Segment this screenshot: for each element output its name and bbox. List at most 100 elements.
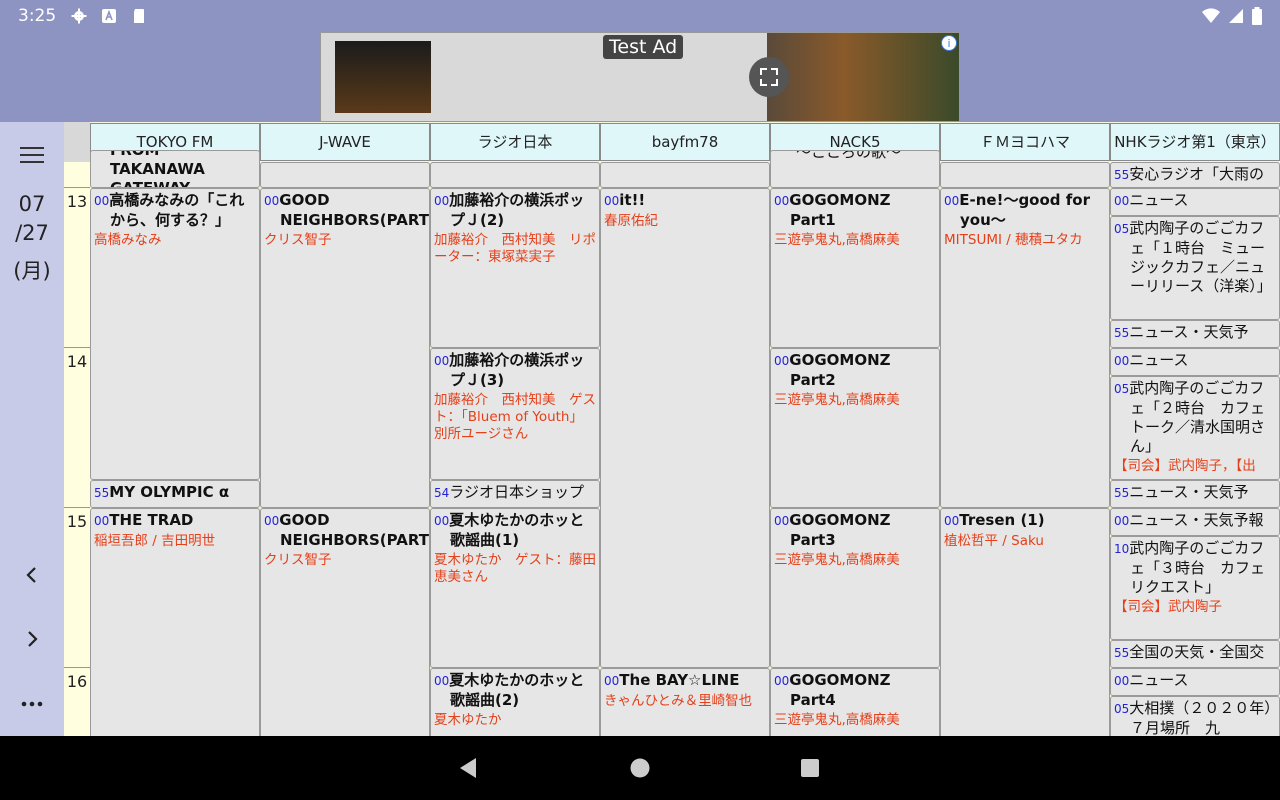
program-cell[interactable]: 00GOOD NEIGHBORS(PART1) クリス智子 [260, 188, 430, 508]
program-cell[interactable]: 00THE TRAD 稲垣吾郎 / 吉田明世 [90, 508, 260, 736]
program-minute: 55 [1114, 486, 1130, 500]
program-title: 00E-ne!〜good for you〜 [944, 191, 1090, 229]
program-personality: 三遊亭鬼丸,高橋麻美 [774, 392, 900, 408]
more-icon[interactable] [20, 692, 44, 716]
program-personality: きゃんひとみ＆里崎智也 [604, 693, 753, 709]
program-minute: 00 [774, 514, 790, 528]
program-cell[interactable]: 00it!! 春原佑紀 [600, 188, 770, 668]
channel-header-bayfm[interactable]: bayfm78 [600, 123, 770, 161]
channel-header-nhk-radio1[interactable]: NHKラジオ第1（東京） [1110, 123, 1280, 161]
program-title: 55MY OLYMPIC α [94, 483, 230, 501]
program-title: 05大相撲（２０２０年） ７月場所 九 [1114, 699, 1279, 736]
program-minute: 00 [774, 354, 790, 368]
ad-info-icon[interactable]: i [941, 35, 957, 51]
program-personality: 植松哲平 / Saku [944, 533, 1044, 549]
program-title: 00Tresen (1) [944, 511, 1045, 529]
program-minute: 00 [774, 194, 790, 208]
program-cell[interactable] [940, 162, 1110, 188]
hour-divider [64, 667, 90, 668]
program-cell[interactable]: 00ニュース・天気予報 [1110, 508, 1280, 536]
program-minute: 54 [434, 486, 450, 500]
ad-artwork[interactable] [767, 33, 959, 121]
program-minute: 00 [1114, 194, 1130, 208]
back-icon[interactable] [456, 756, 480, 780]
program-cell[interactable] [430, 162, 600, 188]
ad-expand-button[interactable] [749, 57, 789, 97]
program-minute: 55 [94, 486, 110, 500]
program-cell[interactable]: 10武内陶子のごごカフェ「３時台 カフェリクエスト」 【司会】武内陶子 [1110, 536, 1280, 640]
program-personality: 高橋みなみ [94, 232, 162, 248]
grid-corner [64, 122, 90, 162]
program-minute: 00 [944, 514, 960, 528]
program-cell[interactable]: 05武内陶子のごごカフェ「２時台 カフェトーク／清水国明さん」 【司会】武内陶子… [1110, 376, 1280, 480]
program-cell[interactable]: 00加藤裕介の横浜ポップＪ(3) 加藤裕介 西村知美 ゲスト：「Bluem of… [430, 348, 600, 480]
program-grid: 13 14 15 16 TOKYO FM J-WAVE ラジオ日本 bayfm7… [64, 122, 1280, 736]
program-cell[interactable]: 55安心ラジオ「大雨の [1110, 162, 1280, 188]
program-title: 55ニュース・天気予 [1114, 323, 1249, 341]
program-minute: 00 [1114, 514, 1130, 528]
program-cell[interactable]: 00The BAY☆LINE きゃんひとみ＆里崎智也 [600, 668, 770, 736]
program-cell[interactable]: 55MY OLYMPIC α [90, 480, 260, 508]
program-minute: 10 [1114, 542, 1130, 556]
program-title: 55全国の天気・全国交 [1114, 643, 1265, 661]
recents-icon[interactable] [800, 758, 820, 778]
program-cell[interactable]: 00Tresen (1) 植松哲平 / Saku [940, 508, 1110, 736]
program-cell[interactable]: 00ニュース [1110, 668, 1280, 696]
program-title: 00GOOD NEIGHBORS(PART2) [264, 511, 430, 549]
status-bar: 3:25 [0, 0, 1280, 32]
channel-header-j-wave[interactable]: J-WAVE [260, 123, 430, 161]
program-minute: 00 [434, 194, 450, 208]
program-cell[interactable]: 55ニュース・天気予 [1110, 320, 1280, 348]
date-day: /27 [15, 221, 49, 245]
program-cell[interactable]: 00GOGOMONZ Part1 三遊亭鬼丸,高橋麻美 [770, 188, 940, 348]
channel-header-fm-yokohama[interactable]: ＦＭヨコハマ [940, 123, 1110, 161]
status-time: 3:25 [18, 6, 57, 26]
home-icon[interactable] [629, 757, 651, 779]
program-cell[interactable]: 00夏木ゆたかのホッと歌謡曲(1) 夏木ゆたか ゲスト：藤田恵美さん [430, 508, 600, 668]
ad-thumbnail[interactable] [335, 41, 431, 113]
program-title: 55安心ラジオ「大雨の [1114, 165, 1264, 183]
program-cell[interactable]: 00加藤裕介の横浜ポップＪ(2) 加藤裕介 西村知美 リポーター：東塚菜実子 [430, 188, 600, 348]
program-minute: 00 [264, 194, 280, 208]
program-minute: 00 [434, 514, 450, 528]
settings-icon [71, 8, 87, 24]
program-cell[interactable]: 05大相撲（２０２０年） ７月場所 九 [1110, 696, 1280, 736]
program-title: 55ニュース・天気予 [1114, 483, 1249, 501]
program-cell[interactable]: 00GOGOMONZ Part4 三遊亭鬼丸,高橋麻美 [770, 668, 940, 736]
program-minute: 00 [94, 194, 110, 208]
channel-header-radio-nippon[interactable]: ラジオ日本 [430, 123, 600, 161]
program-cell[interactable]: 55ニュース・天気予 [1110, 480, 1280, 508]
program-cell[interactable]: 05武内陶子のごごカフェ「１時台 ミュージックカフェ／ニューリリース（洋楽）」 [1110, 216, 1280, 320]
program-cell[interactable]: FROM TAKANAWA GATEWAY [90, 150, 260, 188]
program-cell[interactable]: 00高橋みなみの「これから、何する？」 高橋みなみ [90, 188, 260, 480]
program-cell[interactable]: 〜こころの歌〜 [770, 150, 940, 188]
program-title: 00ニュース [1114, 351, 1189, 369]
program-personality: 【司会】武内陶子 [1114, 599, 1222, 615]
hour-label-14: 14 [66, 352, 88, 371]
program-cell[interactable]: 00GOGOMONZ Part2 三遊亭鬼丸,高橋麻美 [770, 348, 940, 508]
program-personality: クリス智子 [264, 232, 332, 248]
program-minute: 00 [94, 514, 110, 528]
hour-column: 13 14 15 16 [64, 162, 90, 736]
program-personality: 稲垣吾郎 / 吉田明世 [94, 533, 216, 549]
program-cell[interactable]: 00ニュース [1110, 188, 1280, 216]
ad-banner[interactable]: Test Ad i [320, 32, 960, 122]
program-cell[interactable]: 00E-ne!〜good for you〜 MITSUMI / 穂積ユタカ [940, 188, 1110, 508]
program-cell[interactable] [600, 162, 770, 188]
program-cell[interactable]: 00GOGOMONZ Part3 三遊亭鬼丸,高橋麻美 [770, 508, 940, 668]
program-cell[interactable]: 00夏木ゆたかのホッと歌謡曲(2) 夏木ゆたか [430, 668, 600, 736]
hour-divider [64, 507, 90, 508]
program-personality: クリス智子 [264, 552, 332, 568]
program-cell[interactable] [260, 162, 430, 188]
date-weekday: (月) [13, 259, 51, 283]
program-cell[interactable]: 00ニュース [1110, 348, 1280, 376]
program-minute: 00 [604, 674, 620, 688]
program-title: 00ニュース [1114, 191, 1189, 209]
program-title: 05武内陶子のごごカフェ「２時台 カフェトーク／清水国明さん」 [1114, 379, 1266, 455]
chevron-left-icon[interactable] [20, 563, 44, 587]
program-cell[interactable]: 55全国の天気・全国交 [1110, 640, 1280, 668]
program-cell[interactable]: 00GOOD NEIGHBORS(PART2) クリス智子 [260, 508, 430, 736]
program-cell[interactable]: 54ラジオ日本ショップ [430, 480, 600, 508]
menu-icon[interactable] [20, 146, 44, 164]
chevron-right-icon[interactable] [20, 627, 44, 651]
